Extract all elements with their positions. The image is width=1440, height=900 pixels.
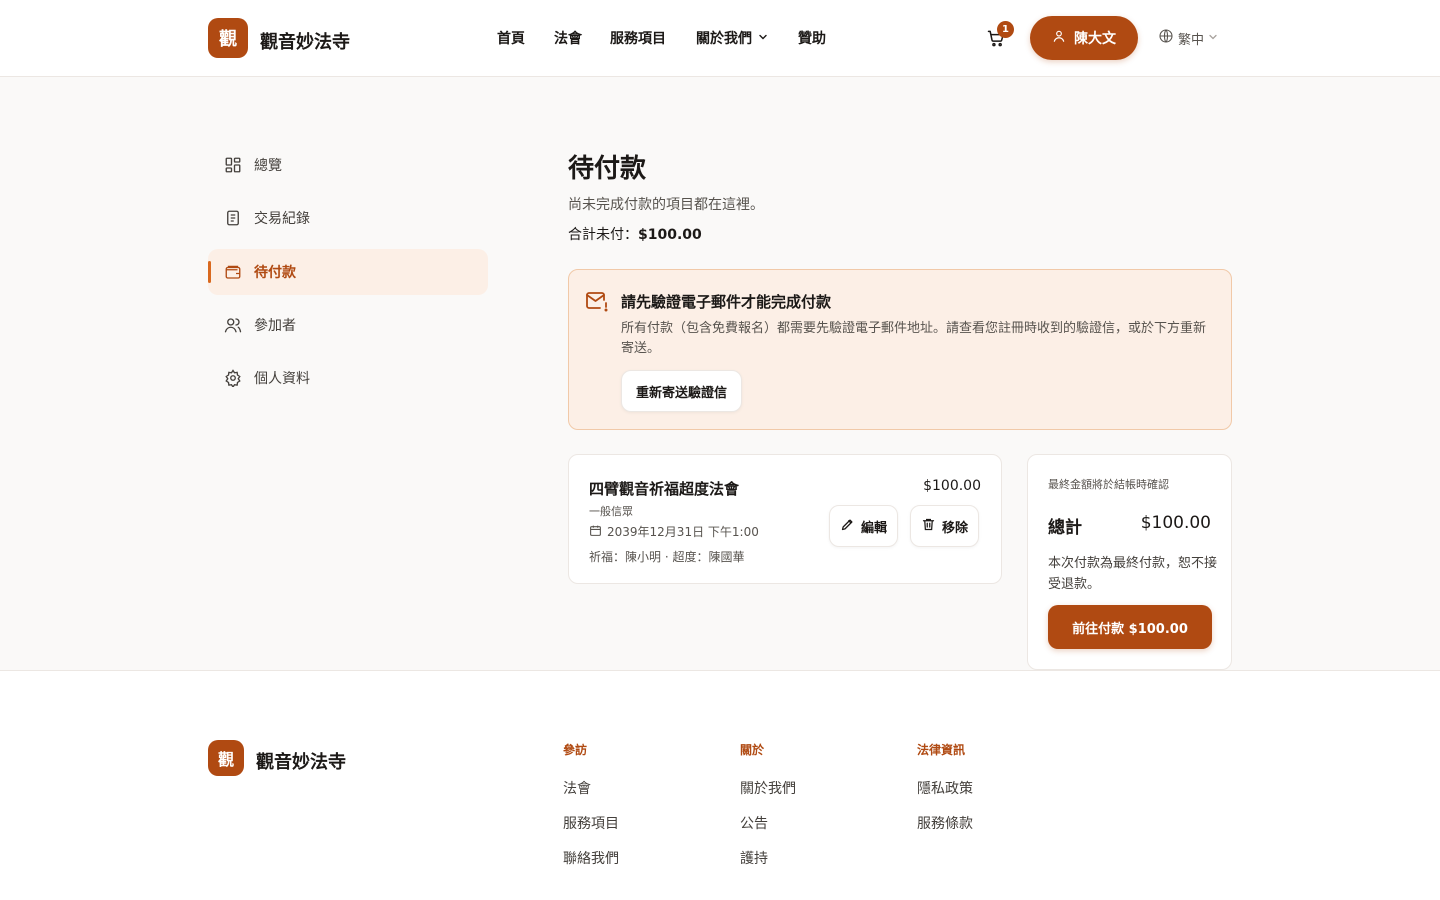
order-summary: 最終金額將於結帳時確認 總計 $100.00 本次付款為最終付款，恕不接受退款。…: [1027, 454, 1232, 670]
footer-heading-visit: 參訪: [563, 743, 588, 757]
sidebar-item-label: 交易紀錄: [254, 211, 310, 227]
footer-link-support[interactable]: 護持: [740, 848, 768, 868]
sidebar-item-participants[interactable]: 參加者: [208, 302, 488, 348]
wallet-icon: [224, 263, 242, 281]
mail-warning-icon: [585, 290, 609, 312]
nav-home[interactable]: 首頁: [497, 28, 525, 48]
resend-verification-button[interactable]: 重新寄送驗證信: [621, 370, 743, 412]
item-price: $100.00: [923, 478, 981, 494]
trash-icon: [921, 517, 936, 536]
nav-ceremonies[interactable]: 法會: [554, 28, 582, 48]
nav-about-label: 關於我們: [696, 31, 752, 47]
unpaid-total-label: 合計未付：: [568, 227, 638, 243]
footer-link-about-us[interactable]: 關於我們: [740, 778, 796, 798]
calendar-icon: [589, 524, 602, 540]
remove-label: 移除: [942, 520, 969, 536]
alert-title: 請先驗證電子郵件才能完成付款: [621, 293, 832, 311]
users-icon: [224, 316, 242, 334]
unpaid-total-value: $100.00: [638, 227, 702, 243]
user-menu-button[interactable]: 陳大文: [1030, 16, 1138, 60]
pending-item-card: 四臂觀音祈福超度法會 $100.00 一般信眾 2039年12月31日 下午1:…: [568, 454, 1002, 584]
footer-logo-mark[interactable]: 觀: [208, 740, 244, 776]
nav-about[interactable]: 關於我們: [696, 28, 768, 48]
item-date-text: 2039年12月31日 下午1:00: [607, 525, 759, 539]
checkout-button[interactable]: 前往付款 $100.00: [1048, 605, 1212, 649]
pencil-icon: [840, 517, 855, 536]
item-category: 一般信眾: [589, 505, 633, 518]
edit-button[interactable]: 編輯: [829, 505, 899, 547]
alert-body: 所有付款（包含免費報名）都需要先驗證電子郵件地址。請查看您註冊時收到的驗證信，或…: [621, 321, 1207, 356]
sidebar-item-overview[interactable]: 總覽: [208, 142, 488, 188]
user-icon: [1052, 29, 1066, 47]
sidebar-item-label: 總覽: [254, 158, 282, 174]
summary-total-label: 總計: [1048, 518, 1082, 538]
logo-mark[interactable]: 觀: [208, 18, 248, 58]
gear-icon: [224, 369, 242, 387]
nav-donate[interactable]: 贊助: [798, 28, 826, 48]
item-participant-names: 祈福：陳小明 · 超度：陳國華: [589, 550, 745, 564]
chevron-down-icon: [758, 30, 768, 46]
footer-link-privacy[interactable]: 隱私政策: [917, 778, 973, 798]
sidebar-item-pending-payment[interactable]: 待付款: [208, 249, 488, 295]
summary-total-value: $100.00: [1140, 513, 1211, 533]
summary-refund-warning: 本次付款為最終付款，恕不接受退款。: [1048, 556, 1218, 592]
edit-label: 編輯: [861, 520, 888, 536]
footer-link-contact[interactable]: 聯絡我們: [563, 848, 619, 868]
item-date: 2039年12月31日 下午1:00: [589, 523, 759, 540]
footer: 觀 觀音妙法寺 參訪 法會 服務項目 聯絡我們 關於 關於我們 公告 護持 法律…: [0, 670, 1440, 900]
top-header: 觀 觀音妙法寺 首頁 法會 服務項目 關於我們 贊助 1 陳大文 繁中: [0, 0, 1440, 77]
document-icon: [224, 209, 242, 227]
footer-heading-legal: 法律資訊: [917, 743, 966, 757]
summary-note: 最終金額將於結帳時確認: [1048, 478, 1169, 491]
sidebar-item-label: 待付款: [254, 265, 296, 281]
unpaid-total: 合計未付：$100.00: [568, 224, 702, 244]
remove-button[interactable]: 移除: [910, 505, 980, 547]
footer-logo-text[interactable]: 觀音妙法寺: [256, 748, 346, 774]
nav-services[interactable]: 服務項目: [610, 28, 666, 48]
sidebar-item-label: 參加者: [254, 318, 296, 334]
footer-link-services[interactable]: 服務項目: [563, 813, 619, 833]
footer-link-ceremonies[interactable]: 法會: [563, 778, 591, 798]
globe-icon: [1158, 28, 1174, 48]
page-subtitle: 尚未完成付款的項目都在這裡。: [568, 197, 764, 213]
email-verification-alert: 請先驗證電子郵件才能完成付款 所有付款（包含免費報名）都需要先驗證電子郵件地址。…: [568, 269, 1232, 430]
user-name: 陳大文: [1074, 31, 1116, 47]
footer-link-announcements[interactable]: 公告: [740, 813, 768, 833]
sidebar-item-label: 個人資料: [254, 371, 310, 387]
sidebar-item-transactions[interactable]: 交易紀錄: [208, 195, 488, 241]
footer-heading-about: 關於: [740, 743, 765, 757]
language-selector[interactable]: 繁中: [1158, 28, 1218, 48]
page-title: 待付款: [568, 154, 647, 184]
footer-link-terms[interactable]: 服務條款: [917, 813, 973, 833]
cart-count-badge: 1: [997, 21, 1014, 38]
sidebar-item-profile[interactable]: 個人資料: [208, 355, 488, 401]
item-title: 四臂觀音祈福超度法會: [589, 480, 740, 498]
grid-icon: [224, 156, 242, 174]
chevron-down-icon: [1208, 31, 1218, 46]
language-label: 繁中: [1178, 32, 1205, 48]
logo-text[interactable]: 觀音妙法寺: [260, 28, 350, 54]
